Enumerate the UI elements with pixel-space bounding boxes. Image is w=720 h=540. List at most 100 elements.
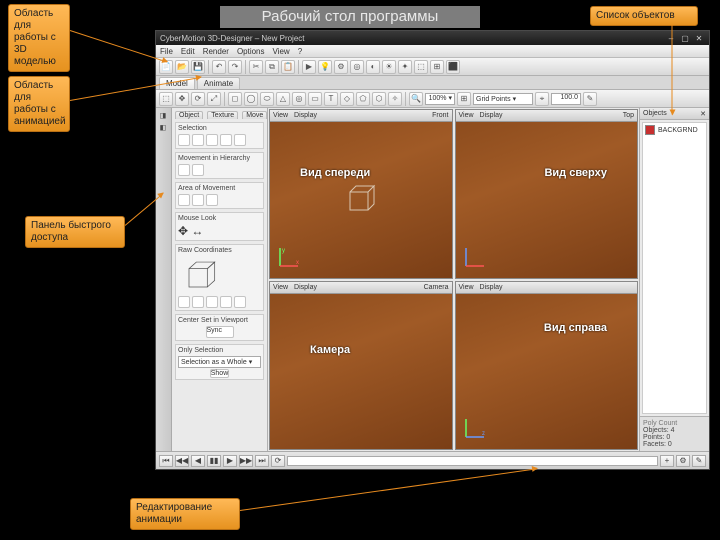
grid-value-input[interactable]: 100.0: [551, 93, 581, 105]
sel-icon[interactable]: [178, 134, 190, 146]
timeline-edit-icon[interactable]: ✎: [692, 455, 706, 467]
tb-redo-icon[interactable]: ↷: [228, 60, 242, 74]
tb-tool-icon[interactable]: ⚙: [334, 60, 348, 74]
tb-tool-icon[interactable]: ⊞: [430, 60, 444, 74]
tb-undo-icon[interactable]: ↶: [212, 60, 226, 74]
tb-cut-icon[interactable]: ✂: [249, 60, 263, 74]
tb-render-icon[interactable]: ▶: [302, 60, 316, 74]
timeline-play-icon[interactable]: ▶: [223, 455, 237, 467]
menu-help[interactable]: ?: [298, 47, 302, 56]
selection-mode-select[interactable]: Selection as a Whole ▾: [178, 356, 261, 368]
coord-icon[interactable]: [220, 296, 232, 308]
timeline-pause-icon[interactable]: ▮▮: [207, 455, 221, 467]
tb-text-icon[interactable]: T: [324, 92, 338, 106]
tb-scale-icon[interactable]: ⤢: [207, 92, 221, 106]
tb-shape-icon[interactable]: ◇: [340, 92, 354, 106]
tb-open-icon[interactable]: 📂: [175, 60, 189, 74]
mv-icon[interactable]: [192, 164, 204, 176]
viewport-top[interactable]: View Display Top Вид сверху: [455, 109, 639, 279]
zoom-input[interactable]: 100% ▾: [425, 93, 455, 105]
object-item[interactable]: BACKGRND: [645, 125, 704, 135]
menu-file[interactable]: File: [160, 47, 173, 56]
mode-tabstrip: Model Animate: [156, 76, 709, 90]
timeline-rew-icon[interactable]: ◀◀: [175, 455, 189, 467]
tb-snap-icon[interactable]: ⌖: [535, 92, 549, 106]
axis-gizmo-icon: [462, 244, 488, 272]
menu-render[interactable]: Render: [203, 47, 229, 56]
timeline-track[interactable]: [287, 456, 658, 466]
tb-tool-icon[interactable]: ☀: [382, 60, 396, 74]
timeline-first-icon[interactable]: ⏮: [159, 455, 173, 467]
tb-grid-icon[interactable]: ⊞: [457, 92, 471, 106]
vp-menu-display[interactable]: Display: [480, 112, 503, 119]
menu-view[interactable]: View: [273, 47, 290, 56]
vtab[interactable]: ◧: [160, 112, 168, 120]
tb-misc-icon[interactable]: ✎: [583, 92, 597, 106]
viewport-front[interactable]: View Display Front Вид спереди yx: [269, 109, 453, 279]
tb-plane-icon[interactable]: ▭: [308, 92, 322, 106]
area-icon[interactable]: [178, 194, 190, 206]
vp-menu-display[interactable]: Display: [294, 284, 317, 291]
tb-shape-icon[interactable]: ⬠: [356, 92, 370, 106]
sidetab-move[interactable]: Move: [242, 111, 267, 119]
tb-cube-icon[interactable]: ◻: [228, 92, 242, 106]
tb-tool-icon[interactable]: ⬛: [446, 60, 460, 74]
coord-icon[interactable]: [192, 296, 204, 308]
coord-icon[interactable]: [206, 296, 218, 308]
panel-close-icon[interactable]: ✕: [700, 110, 706, 118]
tb-cone-icon[interactable]: △: [276, 92, 290, 106]
timeline-prev-icon[interactable]: ◀: [191, 455, 205, 467]
object-list[interactable]: BACKGRND: [642, 122, 707, 414]
vtab[interactable]: ◨: [160, 124, 168, 132]
show-button[interactable]: Show: [210, 369, 230, 378]
tb-tool-icon[interactable]: ◎: [350, 60, 364, 74]
viewport-right[interactable]: View Display Вид справа z: [455, 281, 639, 451]
area-icon[interactable]: [206, 194, 218, 206]
coord-icon[interactable]: [234, 296, 246, 308]
timeline-last-icon[interactable]: ⏭: [255, 455, 269, 467]
tb-save-icon[interactable]: 💾: [191, 60, 205, 74]
timeline-add-icon[interactable]: +: [660, 455, 674, 467]
timeline-fwd-icon[interactable]: ▶▶: [239, 455, 253, 467]
timeline-gear-icon[interactable]: ⚙: [676, 455, 690, 467]
tb-cylinder-icon[interactable]: ⬭: [260, 92, 274, 106]
area-icon[interactable]: [192, 194, 204, 206]
orientation-cube[interactable]: [178, 256, 222, 296]
close-button[interactable]: ✕: [693, 34, 705, 43]
sel-icon[interactable]: [220, 134, 232, 146]
maximize-button[interactable]: ▢: [679, 34, 691, 43]
vp-menu-display[interactable]: Display: [480, 284, 503, 291]
sidetab-texture[interactable]: Texture: [207, 111, 238, 119]
vp-menu-view[interactable]: View: [459, 284, 474, 291]
vp-menu-view[interactable]: View: [273, 112, 288, 119]
vp-menu-view[interactable]: View: [459, 112, 474, 119]
tb-rotate-icon[interactable]: ⟳: [191, 92, 205, 106]
tb-tool-icon[interactable]: ⬚: [414, 60, 428, 74]
tb-light-icon[interactable]: 💡: [318, 60, 332, 74]
tb-paste-icon[interactable]: 📋: [281, 60, 295, 74]
tb-torus-icon[interactable]: ◎: [292, 92, 306, 106]
sel-icon[interactable]: [192, 134, 204, 146]
coord-icon[interactable]: [178, 296, 190, 308]
tb-copy-icon[interactable]: ⧉: [265, 60, 279, 74]
tb-tool-icon[interactable]: ◐: [366, 60, 380, 74]
tb-shape-icon[interactable]: ✧: [388, 92, 402, 106]
tb-tool-icon[interactable]: ✦: [398, 60, 412, 74]
sync-button[interactable]: Sync: [206, 326, 234, 338]
timeline-loop-icon[interactable]: ⟳: [271, 455, 285, 467]
viewport-camera[interactable]: View Display Camera Камера: [269, 281, 453, 451]
mv-icon[interactable]: [178, 164, 190, 176]
menu-edit[interactable]: Edit: [181, 47, 195, 56]
menu-options[interactable]: Options: [237, 47, 265, 56]
vp-menu-view[interactable]: View: [273, 284, 288, 291]
tb-sphere-icon[interactable]: ◯: [244, 92, 258, 106]
tb-zoom-icon[interactable]: 🔍: [409, 92, 423, 106]
sel-icon[interactable]: [234, 134, 246, 146]
tb-shape-icon[interactable]: ⬡: [372, 92, 386, 106]
sel-icon[interactable]: [206, 134, 218, 146]
grid-mode-select[interactable]: Grid Points ▾: [473, 93, 533, 105]
tb-select-icon[interactable]: ⬚: [159, 92, 173, 106]
tb-move-icon[interactable]: ✥: [175, 92, 189, 106]
vp-menu-display[interactable]: Display: [294, 112, 317, 119]
sidetab-object[interactable]: Object: [175, 111, 203, 119]
